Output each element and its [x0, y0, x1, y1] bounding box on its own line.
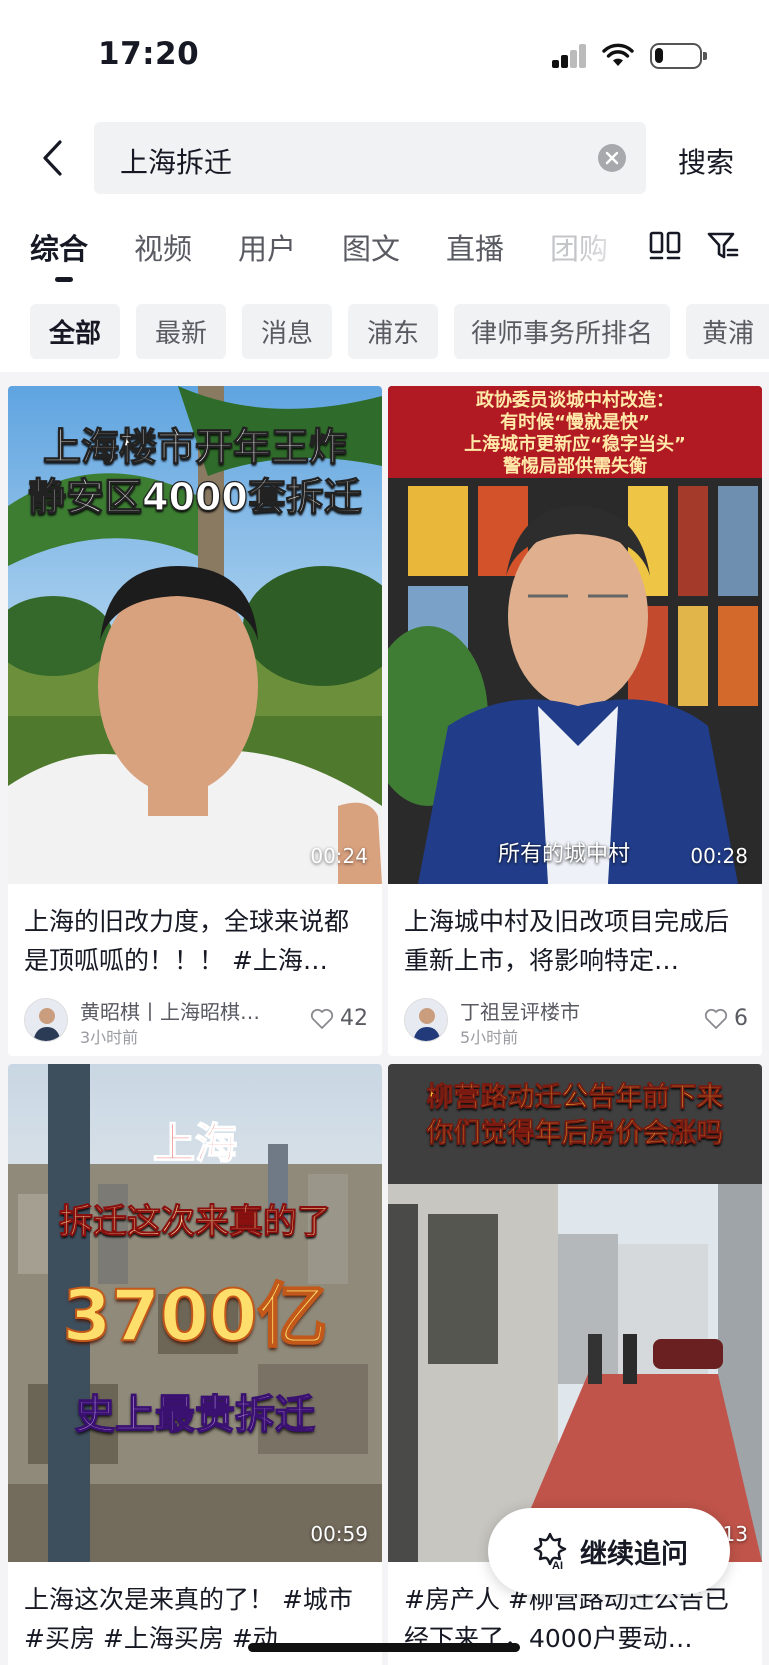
video-card[interactable]: 上海 拆迁这次来真的了 3700亿 史上最贵拆迁 00:59 上海这次是来真的了…	[8, 1064, 382, 1665]
overlay-line: 上海	[152, 1118, 238, 1169]
filter-chips: 全部 最新 消息 浦东 律师事务所排名 黄浦	[0, 304, 769, 360]
close-icon	[605, 151, 619, 165]
continue-ask-button[interactable]: AI 继续追问	[488, 1508, 730, 1594]
like-count-value: 42	[340, 1006, 368, 1031]
chip-all[interactable]: 全部	[30, 304, 120, 359]
post-time: 3小时前	[80, 1028, 139, 1047]
chip-latest[interactable]: 最新	[136, 304, 226, 359]
like-count-value: 6	[734, 1006, 748, 1031]
video-card[interactable]: 上海楼市开年王炸 静安区4000套拆迁 00:24 上海的旧改力度，全球来说都是…	[8, 386, 382, 1056]
avatar[interactable]	[24, 998, 68, 1042]
author-row: 黄昭棋丨上海昭棋… 3小时前 42	[24, 994, 368, 1048]
wifi-icon	[602, 43, 634, 66]
video-thumbnail: 政协委员谈城中村改造： 有时候“慢就是快” 上海城市更新应“稳字当头” 警惕局部…	[388, 386, 762, 884]
back-button[interactable]	[30, 130, 74, 186]
overlay-line: 上海楼市开年王炸	[42, 424, 347, 469]
chip-news[interactable]: 消息	[242, 304, 332, 359]
status-time: 17:20	[98, 36, 200, 72]
overlay-line: 史上最贵拆迁	[74, 1391, 315, 1438]
overlay-line: 你们觉得年后房价会涨吗	[426, 1118, 724, 1150]
video-duration: 00:28	[690, 844, 748, 868]
tab-image-text[interactable]: 图文	[342, 226, 400, 268]
like-count[interactable]: 42	[310, 1006, 368, 1031]
tab-comprehensive[interactable]: 综合	[30, 226, 88, 268]
video-caption: 所有的城中村	[498, 842, 631, 867]
author-name[interactable]: 丁祖昱评楼市	[460, 996, 670, 1025]
video-duration: 00:59	[310, 1522, 368, 1546]
chip-huangpu[interactable]: 黄浦	[686, 304, 769, 359]
filter-icon[interactable]	[705, 228, 741, 264]
overlay-line: 政协委员谈城中村改造：	[476, 390, 674, 411]
search-button[interactable]: 搜索	[678, 141, 734, 181]
search-query: 上海拆迁	[120, 146, 233, 179]
overlay-line: 上海城市更新应“稳字当头”	[464, 434, 686, 455]
chevron-left-icon	[43, 140, 62, 176]
tab-fade	[580, 220, 640, 280]
results-grid: 上海楼市开年王炸 静安区4000套拆迁 00:24 上海的旧改力度，全球来说都是…	[0, 372, 769, 1665]
video-duration: 00:24	[310, 844, 368, 868]
svg-text:AI: AI	[552, 1560, 563, 1571]
video-thumbnail: 上海 拆迁这次来真的了 3700亿 史上最贵拆迁 00:59	[8, 1064, 382, 1562]
overlay-line: 3700亿	[62, 1274, 329, 1358]
video-thumbnail: 上海楼市开年王炸 静安区4000套拆迁 00:24	[8, 386, 382, 884]
active-tab-indicator	[55, 277, 73, 282]
like-count[interactable]: 6	[704, 1006, 748, 1031]
author-row: 丁祖昱评楼市 5小时前 6	[404, 994, 748, 1048]
search-input[interactable]: 上海拆迁	[94, 122, 646, 194]
tab-video[interactable]: 视频	[134, 226, 192, 268]
video-title: 上海城中村及旧改项目完成后重新上市，将影响特定…	[404, 907, 730, 975]
author-name[interactable]: 黄昭棋丨上海昭棋…	[80, 996, 290, 1025]
heart-icon	[704, 1008, 728, 1029]
avatar[interactable]	[404, 998, 448, 1042]
result-type-tabs: 综合 视频 用户 图文 直播 团购	[0, 220, 769, 290]
chip-law-firm-ranking[interactable]: 律师事务所排名	[454, 304, 670, 359]
clear-search-button[interactable]	[598, 144, 626, 172]
post-time: 5小时前	[460, 1028, 519, 1047]
tab-users[interactable]: 用户	[238, 226, 296, 268]
video-title: 上海的旧改力度，全球来说都是顶呱呱的！！！ #上海…	[24, 907, 350, 975]
overlay-line: 拆迁这次来真的了	[59, 1202, 332, 1243]
overlay-line: 有时候“慢就是快”	[500, 412, 650, 433]
overlay-line: 静安区4000套拆迁	[28, 474, 363, 519]
battery-level	[655, 48, 663, 63]
ai-sparkle-icon: AI	[533, 1532, 567, 1571]
status-bar: 17:20	[0, 0, 769, 110]
overlay-line: 警惕局部供需失衡	[503, 456, 647, 477]
video-thumbnail: 柳营路动迁公告年前下来 你们觉得年后房价会涨吗 00:13	[388, 1064, 762, 1562]
cellular-signal-icon	[552, 44, 588, 68]
video-card[interactable]: 政协委员谈城中村改造： 有时候“慢就是快” 上海城市更新应“稳字当头” 警惕局部…	[388, 386, 762, 1056]
chip-pudong[interactable]: 浦东	[348, 304, 438, 359]
overlay-line: 柳营路动迁公告年前下来	[426, 1082, 724, 1114]
battery-icon	[650, 43, 707, 69]
heart-icon	[310, 1008, 334, 1029]
search-header: 上海拆迁 搜索	[0, 120, 769, 198]
double-column-layout-icon[interactable]	[648, 228, 682, 262]
continue-ask-label: 继续追问	[580, 1538, 688, 1570]
tab-live[interactable]: 直播	[446, 226, 504, 268]
home-indicator	[248, 1643, 520, 1652]
